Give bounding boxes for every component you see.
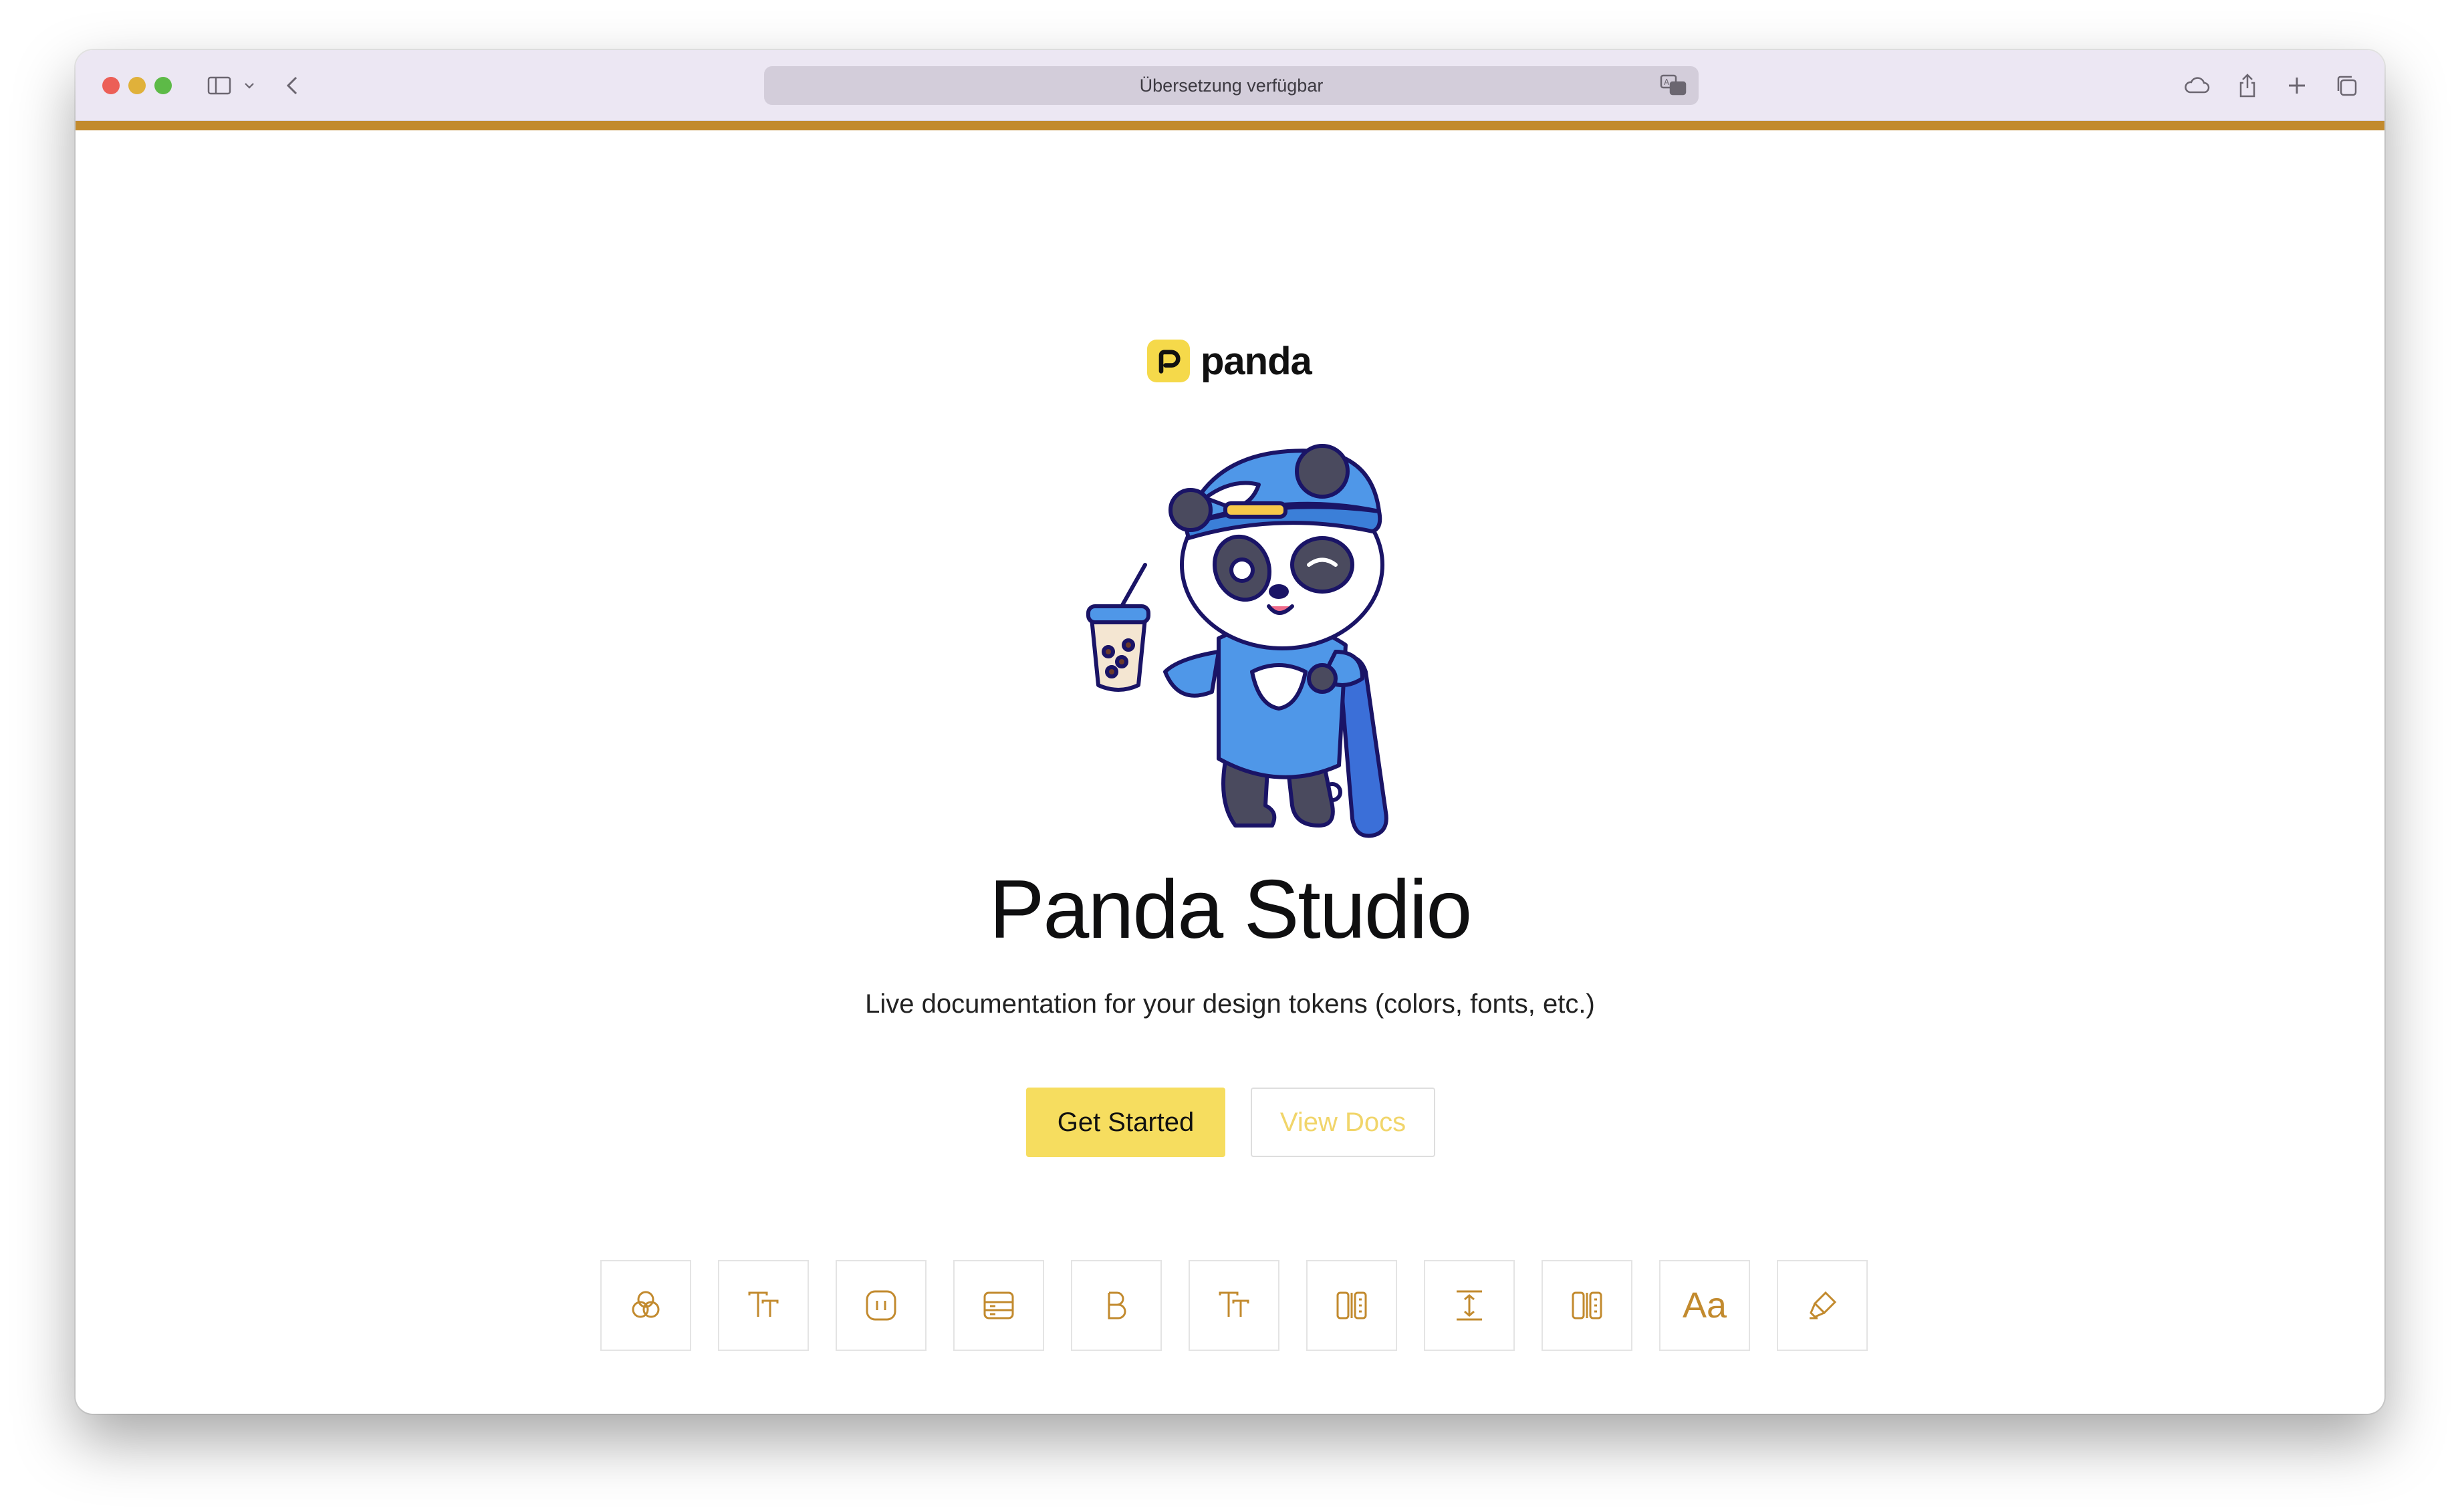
radius-icon: [866, 1290, 896, 1321]
sizes-icon: [1572, 1291, 1602, 1319]
colors-icon: [632, 1291, 660, 1318]
minimize-window-button[interactable]: [128, 77, 146, 94]
typography-icon: [1219, 1291, 1249, 1317]
share-icon[interactable]: [2231, 69, 2264, 102]
font-size-icon: [748, 1291, 779, 1317]
tile-font-families[interactable]: Aa: [1659, 1260, 1750, 1351]
browser-window: Übersetzung verfügbar A panda Panda Stud…: [76, 50, 2384, 1414]
page-content: panda Panda Studio Live documentation fo…: [76, 130, 2384, 1414]
tile-line-heights[interactable]: [1424, 1260, 1515, 1351]
letter-spacing-icon: [1336, 1291, 1367, 1319]
icloud-icon[interactable]: [2180, 69, 2213, 102]
zoom-window-button[interactable]: [154, 77, 172, 94]
token-tiles: Aa: [600, 1260, 1868, 1351]
tile-colors[interactable]: [600, 1260, 691, 1351]
chevron-down-icon[interactable]: [239, 69, 259, 102]
page-accent-bar: [76, 121, 2384, 130]
tile-radii[interactable]: [836, 1260, 927, 1351]
new-tab-icon[interactable]: [2280, 69, 2314, 102]
back-icon[interactable]: [276, 69, 310, 102]
panda-logo-icon: [1147, 340, 1190, 382]
font-weight-icon: [1108, 1291, 1126, 1319]
font-family-icon: Aa: [1682, 1285, 1727, 1326]
translate-icon[interactable]: A: [1660, 73, 1687, 98]
line-height-icon: [1457, 1290, 1482, 1321]
tile-layer-styles[interactable]: [953, 1260, 1044, 1351]
tile-font-sizes[interactable]: [718, 1260, 809, 1351]
view-docs-button[interactable]: View Docs: [1251, 1088, 1435, 1157]
panda-logo[interactable]: panda: [1147, 338, 1312, 384]
close-window-button[interactable]: [102, 77, 120, 94]
text-styles-icon: [1810, 1291, 1837, 1319]
address-bar[interactable]: Übersetzung verfügbar A: [764, 66, 1699, 105]
tabs-overview-icon[interactable]: [2330, 69, 2363, 102]
title-bar: Übersetzung verfügbar A: [76, 50, 2384, 121]
panda-mascot-illustration: [1086, 444, 1388, 838]
tile-font-weights[interactable]: [1071, 1260, 1162, 1351]
get-started-button[interactable]: Get Started: [1026, 1088, 1225, 1157]
svg-text:A: A: [1664, 78, 1670, 87]
page-title: Panda Studio: [989, 864, 1473, 956]
tile-typography[interactable]: [1189, 1260, 1279, 1351]
tile-text-styles[interactable]: [1777, 1260, 1868, 1351]
page-subtitle: Live documentation for your design token…: [865, 989, 1595, 1019]
layer-styles-icon: [983, 1291, 1014, 1319]
address-bar-text: Übersetzung verfügbar: [1139, 75, 1324, 96]
logo-text: panda: [1201, 339, 1312, 383]
tile-letter-spacings[interactable]: [1306, 1260, 1397, 1351]
tile-sizes[interactable]: [1542, 1260, 1632, 1351]
sidebar-toggle-icon[interactable]: [203, 69, 236, 102]
